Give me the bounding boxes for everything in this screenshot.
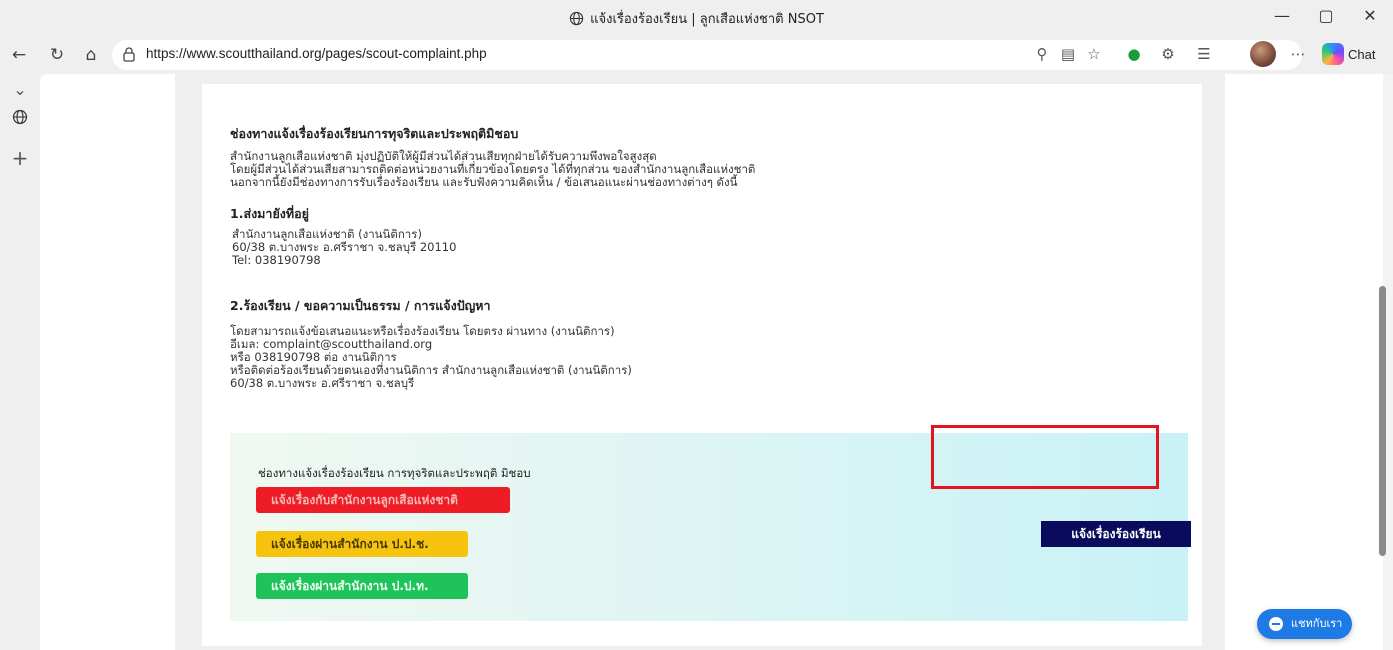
extensions-icon[interactable]: ⚙ [1156, 43, 1180, 67]
close-button[interactable]: ✕ [1350, 6, 1390, 30]
report-to-nacc-button[interactable]: แจ้งเรื่องผ่านสำนักงาน ป.ป.ช. [256, 531, 468, 557]
window-title: แจ้งเรื่องร้องเรียน | ลูกเสือแห่งชาติ NS… [0, 8, 1393, 30]
copilot-chat-button[interactable]: Chat [1322, 41, 1375, 69]
globe-icon [569, 11, 584, 30]
home-icon[interactable]: ⌂ [78, 43, 104, 67]
chat-label: Chat [1348, 47, 1376, 62]
chat-bubble-icon [1269, 617, 1283, 631]
address-bar-row: ← ↻ ⌂ https://www.scoutthailand.org/page… [0, 36, 1393, 74]
report-to-pacc-button[interactable]: แจ้งเรื่องผ่านสำนักงาน ป.ป.ท. [256, 573, 468, 599]
more-icon[interactable]: ⋯ [1286, 43, 1310, 67]
section1-title: 1.ส่งมายังที่อยู่ [230, 206, 309, 221]
reader-view-icon[interactable]: ▤ [1056, 43, 1080, 67]
title-bar: แจ้งเรื่องร้องเรียน | ลูกเสือแห่งชาติ NS… [0, 0, 1393, 36]
chevron-down-icon[interactable]: ⌄ [8, 78, 32, 102]
favorites-icon[interactable]: ☰ [1192, 43, 1216, 67]
back-icon[interactable]: ← [6, 43, 32, 67]
section2-title: 2.ร้องเรียน / ขอความเป็นธรรม / การแจ้งปั… [230, 298, 491, 313]
page-heading: ช่องทางแจ้งเรื่องร้องเรียนการทุจริตและปร… [230, 126, 519, 141]
panel-title: ช่องทางแจ้งเรื่องร้องเรียน การทุจริตและป… [258, 466, 531, 480]
vertical-tab-rail: ⌄ + [0, 74, 40, 650]
address-line: Tel: 038190798 [232, 253, 321, 267]
refresh-icon[interactable]: ↻ [44, 43, 70, 67]
content-card: ช่องทางแจ้งเรื่องร้องเรียนการทุจริตและปร… [202, 84, 1202, 646]
scrollbar-thumb[interactable] [1379, 286, 1386, 556]
restore-button[interactable]: ▢ [1306, 6, 1346, 30]
lock-icon[interactable] [122, 46, 136, 66]
submit-complaint-button[interactable]: แจ้งเรื่องร้องเรียน [1041, 521, 1191, 547]
report-to-nsot-button[interactable]: แจ้งเรื่องกับสำนักงานลูกเสือแห่งชาติ [256, 487, 510, 513]
highlight-box [931, 425, 1159, 489]
url-text[interactable]: https://www.scoutthailand.org/pages/scou… [146, 46, 487, 61]
tab-globe-icon[interactable] [8, 108, 32, 132]
page-viewport: ช่องทางแจ้งเรื่องร้องเรียนการทุจริตและปร… [40, 74, 1383, 650]
new-tab-icon[interactable]: + [8, 146, 32, 170]
zoom-icon[interactable]: ⚲ [1030, 43, 1054, 67]
chat-with-us-label: แชทกับเรา [1291, 617, 1343, 630]
chat-with-us-button[interactable]: แชทกับเรา [1257, 609, 1352, 639]
profile-avatar[interactable] [1250, 41, 1276, 67]
copilot-icon [1322, 43, 1344, 65]
minimize-button[interactable]: — [1262, 6, 1302, 30]
grammarly-icon[interactable]: ● [1122, 43, 1146, 67]
favorite-star-icon[interactable]: ☆ [1082, 43, 1106, 67]
intro-line: นอกจากนี้ยังมีช่องทางการรับเรื่องร้องเรี… [230, 175, 738, 189]
contact-line: 60/38 ต.บางพระ อ.ศรีราชา จ.ชลบุรี [230, 376, 415, 390]
window-title-text: แจ้งเรื่องร้องเรียน | ลูกเสือแห่งชาติ NS… [590, 12, 824, 27]
